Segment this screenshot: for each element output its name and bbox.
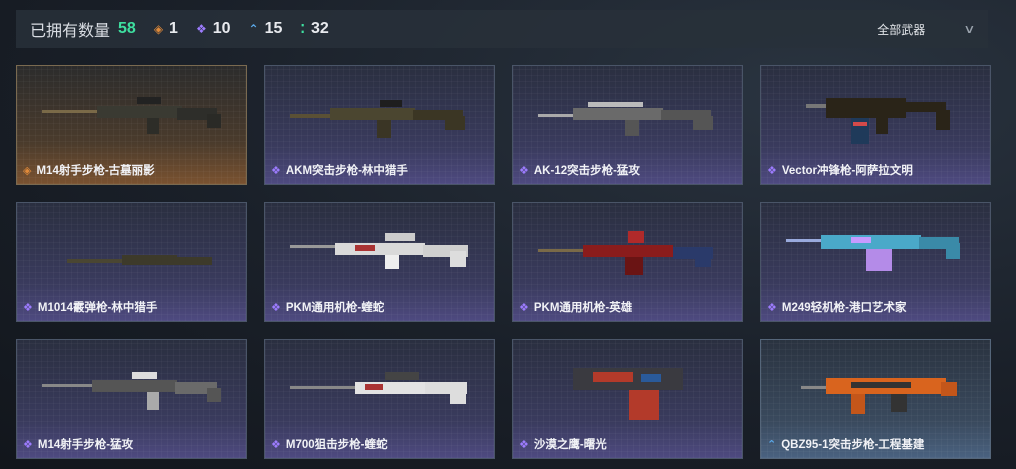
rarity-count: 15 [264, 20, 283, 37]
purple-diamond-icon: ❖ [519, 438, 529, 451]
purple-diamond-icon: ❖ [23, 301, 33, 314]
purple-diamond-icon: ❖ [271, 164, 281, 177]
weapon-name: AK-12突击步枪-猛攻 [533, 165, 640, 177]
weapon-label: ❖ AKM突击步枪-林中猎手 [271, 162, 408, 178]
weapon-name: QBZ95-1突击步枪-工程基建 [781, 439, 925, 451]
weapon-card[interactable]: ❖ AK-12突击步枪-猛攻 [512, 65, 743, 185]
purple-diamond-icon: ❖ [519, 301, 529, 314]
smg-image [806, 98, 950, 144]
rifle-image [42, 97, 221, 134]
machine-gun-image [290, 233, 468, 269]
weapon-grid: ◈ M14射手步枪-古墓丽影 ❖ AKM突击步枪-林中猎手 ❖ AK-12突击步… [16, 65, 991, 459]
weapon-card[interactable]: ◈ M14射手步枪-古墓丽影 [16, 65, 247, 185]
weapon-name: PKM通用机枪-蝰蛇 [285, 302, 385, 314]
weapon-name: M14射手步枪-猛攻 [37, 439, 134, 451]
weapon-card[interactable]: ❖ 沙漠之鹰-曙光 [512, 339, 743, 459]
weapon-name: Vector冲锋枪-阿萨拉文明 [781, 165, 913, 177]
weapon-label: ❖ PKM通用机枪-英雄 [519, 299, 632, 315]
rarity-count: 10 [212, 20, 231, 37]
weapon-label: ◈ M14射手步枪-古墓丽影 [23, 162, 155, 178]
rarity-count: 1 [169, 20, 178, 37]
weapon-name: PKM通用机枪-英雄 [533, 302, 633, 314]
purple-diamond-icon: ❖ [23, 438, 33, 451]
weapon-name: M700狙击步枪-蝰蛇 [285, 439, 388, 451]
weapon-label: ⌃ QBZ95-1突击步枪-工程基建 [767, 436, 924, 452]
owned-label: 已拥有数量 [30, 23, 111, 40]
weapon-card[interactable]: ❖ M1014霰弹枪-林中猎手 [16, 202, 247, 322]
rarity-count: 32 [310, 20, 329, 37]
weapon-label: ❖ M700狙击步枪-蝰蛇 [271, 436, 387, 452]
weapon-label: ❖ AK-12突击步枪-猛攻 [519, 162, 640, 178]
blue-chevron-icon: ⌃ [248, 22, 259, 36]
rarity-gold-count: ◈ 1 [154, 20, 178, 38]
purple-diamond-icon: ❖ [195, 22, 207, 36]
rarity-blue-count: ⌃ 15 [249, 20, 283, 38]
rifle-image [42, 372, 221, 410]
pistol-image [573, 368, 683, 420]
chevron-down-icon: ∨ [963, 22, 976, 36]
rifle-image [290, 100, 465, 138]
weapon-label: ❖ M249轻机枪-港口艺术家 [767, 299, 906, 315]
weapon-card[interactable]: ❖ M700狙击步枪-蝰蛇 [264, 339, 495, 459]
weapon-name: AKM突击步枪-林中猎手 [285, 165, 408, 177]
weapon-filter-dropdown[interactable]: 全部武器 ∨ [877, 10, 976, 48]
weapon-label: ❖ PKM通用机枪-蝰蛇 [271, 299, 384, 315]
purple-diamond-icon: ❖ [271, 438, 281, 451]
weapon-card[interactable]: ❖ M249轻机枪-港口艺术家 [760, 202, 991, 322]
rarity-purple-count: ❖ 10 [196, 20, 231, 38]
purple-diamond-icon: ❖ [519, 164, 529, 177]
weapon-name: M1014霰弹枪-林中猎手 [37, 302, 158, 314]
weapon-label: ❖ M14射手步枪-猛攻 [23, 436, 133, 452]
purple-diamond-icon: ❖ [767, 301, 777, 314]
blue-chevron-icon: ⌃ [767, 438, 777, 451]
sniper-rifle-image [290, 372, 467, 404]
rarity-green-count: ⁚ 32 [300, 20, 328, 38]
inventory-header: 已拥有数量 58 ◈ 1 ❖ 10 ⌃ 15 ⁚ 32 全部武器 ∨ [16, 10, 988, 48]
gold-diamond-icon: ◈ [153, 22, 164, 36]
filter-label: 全部武器 [877, 22, 926, 37]
purple-diamond-icon: ❖ [767, 164, 777, 177]
weapon-card[interactable]: ❖ Vector冲锋枪-阿萨拉文明 [760, 65, 991, 185]
weapon-card[interactable]: ⌃ QBZ95-1突击步枪-工程基建 [760, 339, 991, 459]
weapon-card[interactable]: ❖ PKM通用机枪-蝰蛇 [264, 202, 495, 322]
weapon-card[interactable]: ❖ PKM通用机枪-英雄 [512, 202, 743, 322]
weapon-name: M14射手步枪-古墓丽影 [36, 165, 155, 177]
purple-diamond-icon: ❖ [271, 301, 281, 314]
gold-diamond-icon: ◈ [23, 164, 32, 177]
green-dots-icon: ⁚ [300, 22, 305, 36]
machine-gun-image [786, 235, 960, 271]
weapon-label: ❖ Vector冲锋枪-阿萨拉文明 [767, 162, 913, 178]
machine-gun-image [538, 231, 713, 275]
shotgun-image [67, 255, 212, 265]
weapon-label: ❖ M1014霰弹枪-林中猎手 [23, 299, 157, 315]
owned-count: 58 [118, 20, 136, 37]
weapon-label: ❖ 沙漠之鹰-曙光 [519, 436, 607, 452]
rifle-image [538, 102, 713, 136]
weapon-name: M249轻机枪-港口艺术家 [781, 302, 907, 314]
rifle-image [801, 378, 957, 414]
weapon-card[interactable]: ❖ AKM突击步枪-林中猎手 [264, 65, 495, 185]
weapon-card[interactable]: ❖ M14射手步枪-猛攻 [16, 339, 247, 459]
weapon-name: 沙漠之鹰-曙光 [533, 439, 607, 451]
